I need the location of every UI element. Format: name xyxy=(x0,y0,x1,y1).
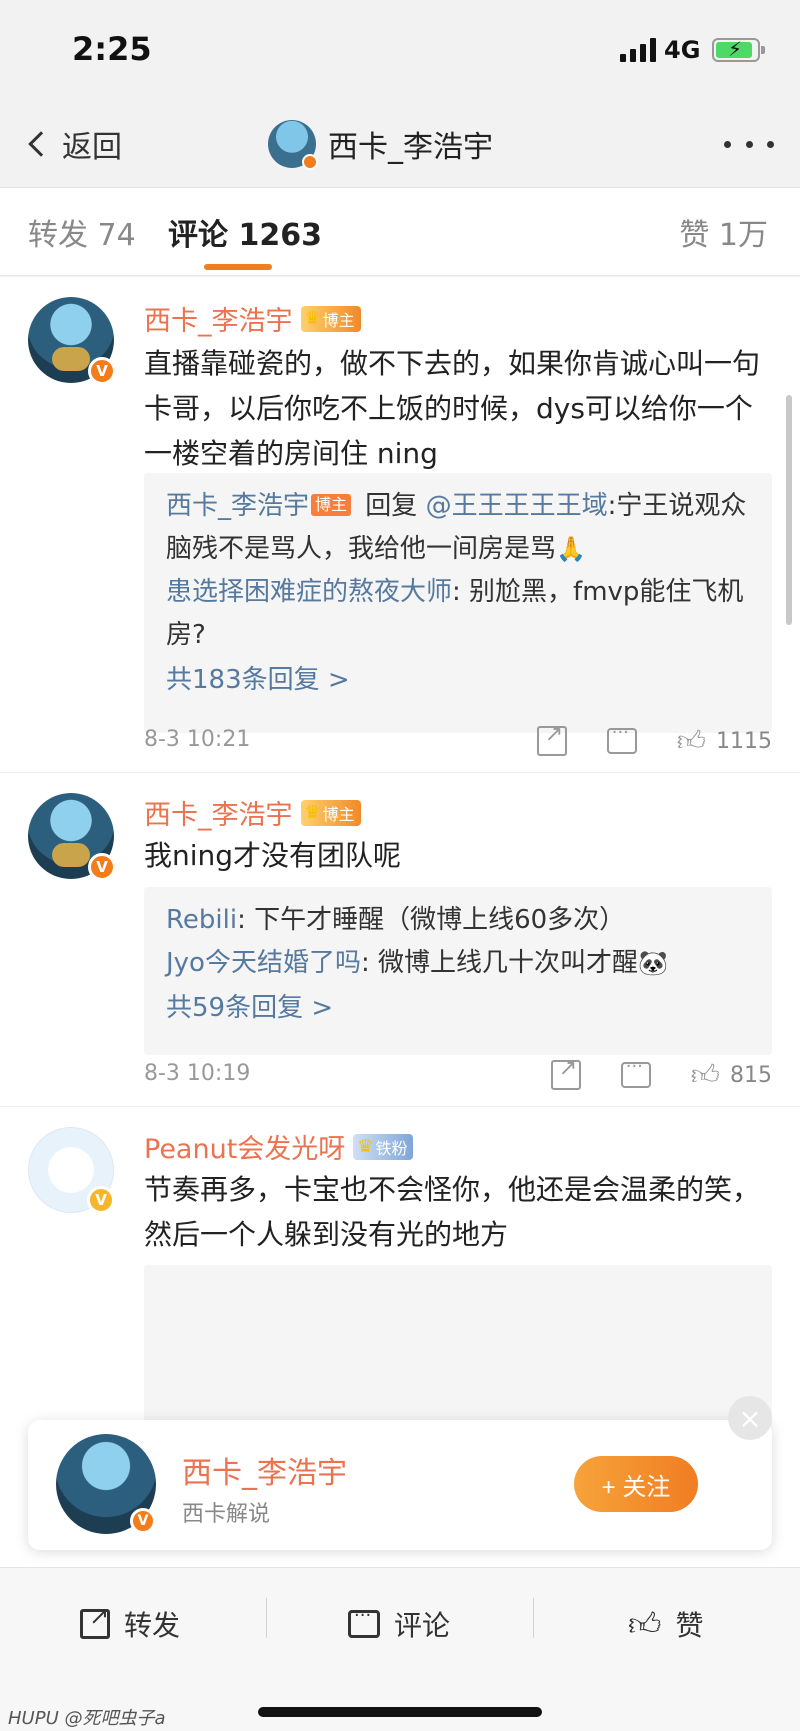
comment-icon[interactable] xyxy=(620,1056,651,1088)
thumbs-up-icon: 👍︎ xyxy=(628,1604,662,1643)
tab-comment[interactable]: 评论 1263 xyxy=(168,210,322,254)
avatar xyxy=(268,120,318,170)
crown-icon: ♛ xyxy=(304,308,321,329)
network-label: 4G xyxy=(664,36,701,64)
avatar[interactable]: V xyxy=(28,297,116,385)
comment-author[interactable]: Peanut会发光呀 xyxy=(144,1127,345,1166)
avatar[interactable]: V xyxy=(28,1127,115,1214)
battery-icon: ⚡ xyxy=(712,37,765,62)
verified-icon: V xyxy=(88,357,116,385)
comment-text: 直播靠碰瓷的，做不下去的，如果你肯诚心叫一句卡哥，以后你吃不上饭的时候，dys可… xyxy=(144,347,761,470)
comment-meta: 8-3 10:21 👍︎ 1115 xyxy=(144,721,772,761)
like-count: 815 xyxy=(730,1062,772,1088)
comment-list[interactable]: V 西卡_李浩宇 ♛ 博主 直播靠碰瓷的，做不下去的，如果你肯诚心叫一句卡哥，以后… xyxy=(0,277,800,1567)
comment-text: 我ning才没有团队呢 xyxy=(144,839,402,872)
verified-icon: V xyxy=(88,853,116,881)
nav-bar: 返回 西卡_李浩宇 xyxy=(0,100,800,188)
thumbs-up-icon[interactable]: 👍︎ xyxy=(691,1058,720,1092)
like-count: 1115 xyxy=(716,728,772,754)
repost-button[interactable]: 转发 xyxy=(80,1596,180,1652)
reply-item[interactable]: Jyo今天结婚了吗: 微博上线几十次叫才醒🐼 xyxy=(166,942,750,985)
comment-item: V 西卡_李浩宇 ♛ 博主 直播靠碰瓷的，做不下去的，如果你肯诚心叫一句卡哥，以后… xyxy=(0,277,800,773)
more-replies-link[interactable]: 共59条回复 > xyxy=(166,985,750,1031)
tab-like[interactable]: 赞 1万 xyxy=(679,210,768,254)
comment-time: 8-3 10:19 xyxy=(144,1061,251,1086)
comment-icon xyxy=(348,1605,380,1638)
comment-item: V 西卡_李浩宇 ♛ 博主 我ning才没有团队呢 Rebili: 下午才睡醒（微… xyxy=(0,773,800,1107)
pray-emoji: 🙏 xyxy=(556,535,586,563)
nav-title[interactable]: 西卡_李浩宇 xyxy=(268,116,493,172)
popup-desc: 西卡解说 xyxy=(182,1502,271,1527)
share-icon[interactable] xyxy=(550,1056,581,1090)
status-time: 2:25 xyxy=(72,30,152,68)
like-button[interactable]: 👍︎ 赞 xyxy=(628,1596,703,1652)
reply-box[interactable]: 西卡_李浩宇 博主 回复 @王王王王王域:宁王说观众脑残不是骂人，我给他一间房是骂… xyxy=(144,473,772,733)
home-indicator[interactable] xyxy=(258,1707,542,1717)
crown-icon: ♛ xyxy=(357,1136,374,1157)
tab-bar: 转发 74 评论 1263 赞 1万 xyxy=(0,188,800,276)
host-badge: ♛ 博主 xyxy=(300,799,361,826)
chevron-left-icon xyxy=(28,131,54,157)
tab-active-indicator xyxy=(204,264,272,270)
comment-author[interactable]: 西卡_李浩宇 xyxy=(144,793,293,832)
divider xyxy=(266,1598,267,1638)
thumbs-up-icon[interactable]: 👍︎ xyxy=(677,724,706,758)
verified-icon: V xyxy=(130,1508,156,1534)
popup-name[interactable]: 西卡_李浩宇 xyxy=(182,1448,347,1492)
more-icon[interactable] xyxy=(724,130,774,158)
fan-badge: ♛ 铁粉 xyxy=(353,1133,414,1160)
avatar[interactable]: V xyxy=(56,1434,156,1534)
share-icon[interactable] xyxy=(536,722,567,756)
close-icon[interactable]: × xyxy=(728,1396,772,1440)
follow-button[interactable]: + 关注 xyxy=(574,1456,698,1512)
page-title: 西卡_李浩宇 xyxy=(328,130,493,165)
status-bar: 2:25 4G ⚡ xyxy=(0,0,800,100)
comment-time: 8-3 10:21 xyxy=(144,727,251,752)
reply-item[interactable]: 西卡_李浩宇 博主 回复 @王王王王王域:宁王说观众脑残不是骂人，我给他一间房是骂… xyxy=(166,485,750,571)
reply-box[interactable]: Rebili: 下午才睡醒（微博上线60多次） Jyo今天结婚了吗: 微博上线几… xyxy=(144,887,772,1055)
comment-text: 节奏再多，卡宝也不会怪你，他还是会温柔的笑，然后一个人躲到没有光的地方 xyxy=(144,1173,761,1251)
crown-icon: ♛ xyxy=(304,802,321,823)
more-replies-link[interactable]: 共183条回复 > xyxy=(166,657,750,703)
signal-icon xyxy=(620,38,656,62)
follow-popup: V 西卡_李浩宇 西卡解说 + 关注 × xyxy=(28,1396,772,1550)
comment-button[interactable]: 评论 xyxy=(348,1596,450,1652)
reply-item[interactable]: 患选择困难症的熬夜大师: 别尬黑，fmvp能住飞机房? xyxy=(166,571,750,657)
back-button[interactable]: 返回 xyxy=(24,120,122,168)
panda-emoji: 🐼 xyxy=(638,949,668,977)
verified-icon: V xyxy=(87,1186,115,1214)
reply-item[interactable]: Rebili: 下午才睡醒（微博上线60多次） xyxy=(166,899,750,942)
comment-author[interactable]: 西卡_李浩宇 xyxy=(144,299,293,338)
back-label: 返回 xyxy=(62,130,122,165)
avatar[interactable]: V xyxy=(28,793,116,881)
host-badge: ♛ 博主 xyxy=(300,305,361,332)
watermark: HUPU @死吧虫子a xyxy=(8,1708,166,1729)
tab-repost[interactable]: 转发 74 xyxy=(28,210,136,254)
comment-meta: 8-3 10:19 👍︎ 815 xyxy=(144,1055,772,1095)
comment-icon[interactable] xyxy=(606,722,637,754)
share-icon xyxy=(80,1602,110,1639)
divider xyxy=(533,1598,534,1638)
